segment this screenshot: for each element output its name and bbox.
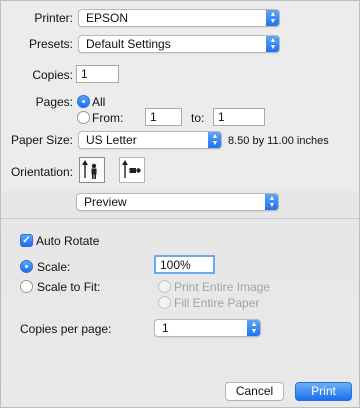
- section-divider: [1, 218, 360, 219]
- chevron-updown-icon: ▲ ▼: [208, 132, 221, 148]
- section-popup-value: Preview: [84, 195, 127, 209]
- chevron-updown-icon: ▲ ▼: [265, 194, 278, 210]
- scale-field[interactable]: 100%: [154, 255, 215, 274]
- copies-field[interactable]: 1: [76, 65, 119, 83]
- printer-label: Printer:: [34, 11, 73, 25]
- printer-value: EPSON: [86, 11, 129, 25]
- chevron-updown-icon: ▲ ▼: [266, 10, 279, 26]
- scale-to-fit-label: Scale to Fit:: [37, 280, 101, 294]
- fill-entire-paper-label: Fill Entire Paper: [174, 296, 260, 310]
- pages-from-radio[interactable]: [77, 111, 90, 124]
- paper-size-value: US Letter: [86, 133, 137, 147]
- chevron-updown-icon: ▲ ▼: [266, 36, 279, 52]
- pages-to-label: to:: [191, 111, 205, 125]
- copies-per-page-popup[interactable]: 1 ▲ ▼: [154, 319, 261, 337]
- scale-radio[interactable]: [20, 260, 33, 273]
- pages-from-field[interactable]: 1: [145, 108, 182, 126]
- scale-label: Scale:: [37, 260, 71, 274]
- print-dialog: Printer: EPSON ▲ ▼ Presets: Default Setti…: [0, 0, 360, 408]
- pages-all-label: All: [92, 95, 106, 109]
- presets-popup[interactable]: Default Settings ▲ ▼: [78, 35, 280, 53]
- copies-per-page-label: Copies per page:: [20, 322, 112, 336]
- pages-from-label: From:: [92, 111, 124, 125]
- auto-rotate-label: Auto Rotate: [36, 234, 100, 248]
- print-button[interactable]: Print: [295, 382, 352, 401]
- presets-value: Default Settings: [86, 37, 171, 51]
- presets-label: Presets:: [28, 37, 73, 51]
- printer-popup[interactable]: EPSON ▲ ▼: [78, 9, 280, 27]
- scale-to-fit-radio[interactable]: [20, 280, 33, 293]
- paper-size-label: Paper Size:: [10, 133, 73, 147]
- paper-size-popup[interactable]: US Letter ▲ ▼: [78, 131, 222, 149]
- fill-entire-paper-radio[interactable]: [158, 296, 171, 309]
- portrait-person-icon: [82, 160, 97, 179]
- cancel-button[interactable]: Cancel: [225, 382, 284, 401]
- print-entire-image-radio[interactable]: [158, 280, 171, 293]
- chevron-updown-icon: ▲ ▼: [247, 320, 260, 336]
- print-entire-image-label: Print Entire Image: [174, 280, 271, 294]
- pages-all-radio[interactable]: [77, 95, 90, 108]
- orientation-portrait-button[interactable]: [79, 157, 105, 183]
- copies-label: Copies:: [32, 68, 73, 82]
- auto-rotate-checkbox[interactable]: ✓: [20, 234, 33, 247]
- paper-dimensions: 8.50 by 11.00 inches: [228, 135, 329, 147]
- section-popup[interactable]: Preview ▲ ▼: [76, 193, 279, 211]
- pages-label: Pages:: [35, 95, 73, 109]
- landscape-person-icon: [122, 160, 141, 178]
- copies-per-page-value: 1: [162, 321, 169, 335]
- pages-to-field[interactable]: 1: [213, 108, 265, 126]
- orientation-label: Orientation:: [10, 165, 73, 179]
- orientation-landscape-button[interactable]: [119, 157, 145, 183]
